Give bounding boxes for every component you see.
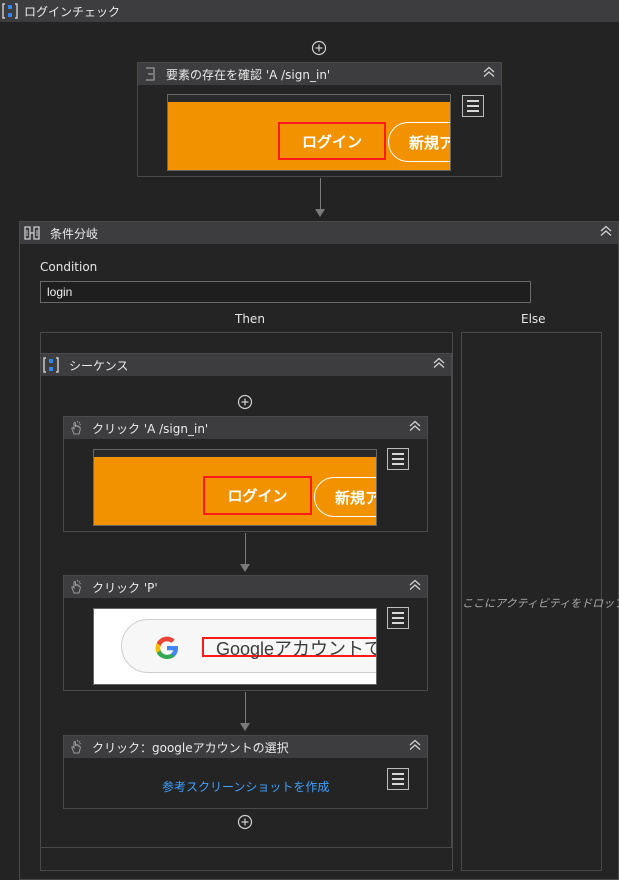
then-label: Then bbox=[235, 312, 265, 326]
top-sequence-header[interactable]: ログインチェック bbox=[0, 0, 619, 22]
collapse-chevron-icon[interactable] bbox=[408, 578, 422, 592]
collapse-chevron-icon[interactable] bbox=[408, 419, 422, 433]
else-branch-area[interactable]: ここにアクティビティをドロップ bbox=[461, 332, 619, 871]
add-activity-plus-icon[interactable] bbox=[237, 814, 253, 830]
click-signin-header[interactable]: クリック 'A /sign_in' bbox=[64, 417, 427, 439]
add-activity-plus-icon[interactable] bbox=[237, 394, 253, 410]
element-exists-activity[interactable]: 要素の存在を確認 'A /sign_in' ログイン 新規ア bbox=[137, 62, 502, 177]
condition-label: Condition bbox=[40, 260, 98, 274]
click-google-title: クリック：googleアカウントの選択 bbox=[92, 741, 289, 755]
click-hand-icon bbox=[71, 420, 82, 435]
add-activity-plus-icon[interactable] bbox=[311, 40, 327, 56]
create-reference-screenshot-link[interactable]: 参考スクリーンショットを作成 bbox=[162, 778, 329, 795]
options-menu-icon[interactable] bbox=[387, 607, 409, 629]
flow-connector bbox=[245, 533, 246, 565]
click-p-title: クリック 'P' bbox=[92, 581, 158, 595]
else-label: Else bbox=[521, 312, 546, 326]
condition-input[interactable]: login bbox=[40, 281, 531, 303]
click-signin-title: クリック 'A /sign_in' bbox=[92, 422, 209, 436]
flow-arrowhead bbox=[315, 209, 325, 217]
sequence-icon bbox=[2, 3, 18, 19]
options-menu-icon[interactable] bbox=[462, 95, 484, 117]
click-signin-activity[interactable]: クリック 'A /sign_in' ログイン 新規ア bbox=[63, 416, 428, 532]
collapse-chevron-icon[interactable] bbox=[408, 738, 422, 752]
flow-arrowhead bbox=[240, 723, 250, 731]
click-p-header[interactable]: クリック 'P' bbox=[64, 576, 427, 598]
new-register-button-image: 新規ア bbox=[388, 122, 450, 162]
flow-connector bbox=[245, 692, 246, 724]
element-exists-screenshot: ログイン 新規ア bbox=[167, 94, 451, 171]
if-activity-title: 条件分岐 bbox=[50, 227, 99, 241]
options-menu-icon[interactable] bbox=[387, 448, 409, 470]
sequence-icon bbox=[43, 357, 59, 373]
login-button-highlight: ログイン bbox=[203, 476, 312, 515]
collapse-chevron-icon[interactable] bbox=[599, 224, 613, 238]
click-hand-icon bbox=[71, 739, 82, 754]
login-button-highlight: ログイン bbox=[278, 122, 386, 160]
options-menu-icon[interactable] bbox=[387, 768, 409, 790]
click-signin-screenshot: ログイン 新規ア bbox=[93, 449, 377, 526]
click-google-header[interactable]: クリック：googleアカウントの選択 bbox=[64, 736, 427, 758]
inner-sequence-header[interactable]: シーケンス bbox=[41, 354, 451, 376]
if-activity-header[interactable]: 条件分岐 bbox=[20, 222, 618, 244]
click-p-screenshot: Googleアカウントで bbox=[93, 608, 377, 685]
element-exists-icon bbox=[146, 67, 155, 81]
collapse-chevron-icon[interactable] bbox=[482, 65, 496, 79]
google-logo-icon bbox=[155, 636, 178, 659]
else-drop-hint: ここにアクティビティをドロップ bbox=[462, 597, 619, 610]
flow-arrowhead bbox=[240, 564, 250, 572]
element-exists-title: 要素の存在を確認 'A /sign_in' bbox=[166, 68, 331, 82]
flow-connector bbox=[320, 178, 321, 210]
click-p-activity[interactable]: クリック 'P' Googleアカウントで bbox=[63, 575, 428, 691]
collapse-chevron-icon[interactable] bbox=[432, 356, 446, 370]
inner-sequence-title: シーケンス bbox=[69, 359, 129, 373]
click-google-activity[interactable]: クリック：googleアカウントの選択 参考スクリーンショットを作成 bbox=[63, 735, 428, 809]
google-account-text: Googleアカウントで bbox=[216, 639, 377, 659]
if-branch-icon bbox=[24, 226, 40, 240]
new-register-button-image: 新規ア bbox=[314, 477, 376, 517]
top-sequence-title: ログインチェック bbox=[24, 5, 121, 19]
click-hand-icon bbox=[71, 579, 82, 594]
element-exists-header[interactable]: 要素の存在を確認 'A /sign_in' bbox=[138, 63, 501, 85]
